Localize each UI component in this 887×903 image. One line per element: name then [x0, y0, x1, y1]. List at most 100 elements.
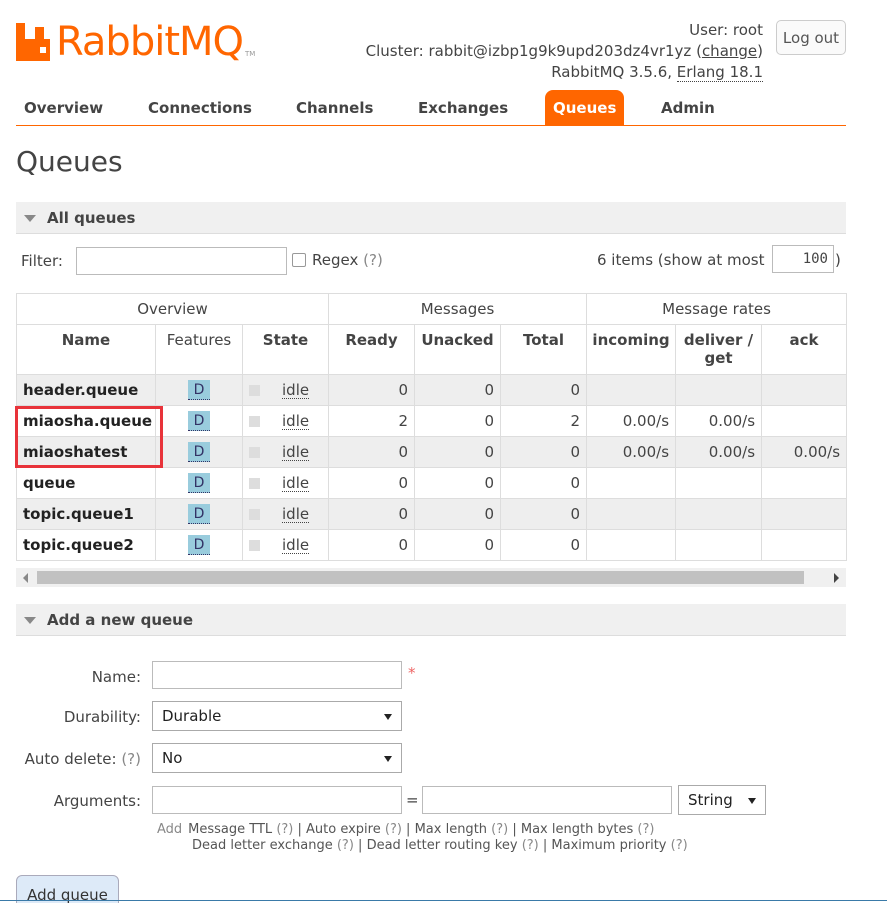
queue-name-input[interactable]: [152, 661, 402, 689]
total-count: 0: [499, 498, 588, 530]
add-queue-button[interactable]: Add queue: [16, 875, 119, 903]
argument-shortcut-link[interactable]: Maximum priority: [551, 838, 666, 853]
unacked-count: 0: [414, 467, 501, 499]
queue-name-link[interactable]: topic.queue2: [16, 529, 156, 561]
main-nav: Overview Connections Channels Exchanges …: [16, 90, 846, 126]
add-queue-title: Add a new queue: [47, 611, 194, 629]
state-cell: idle: [242, 529, 329, 561]
ready-count: 2: [328, 405, 415, 437]
argument-type-select[interactable]: String: [678, 785, 766, 815]
argument-shortcut-link[interactable]: Message TTL: [188, 822, 272, 837]
col-state[interactable]: State: [242, 324, 329, 375]
scrollbar-thumb[interactable]: [37, 571, 804, 584]
logout-button[interactable]: Log out: [776, 20, 846, 55]
ack-rate: [761, 498, 848, 530]
argument-shortcut-link[interactable]: Dead letter exchange: [192, 838, 333, 853]
rabbitmq-version: RabbitMQ 3.5.6,: [551, 63, 673, 81]
separator: |: [401, 822, 415, 837]
change-cluster-link[interactable]: change: [702, 42, 757, 60]
col-ready[interactable]: Ready: [328, 324, 415, 375]
tab-queues[interactable]: Queues: [545, 90, 625, 125]
collapse-triangle-icon: [24, 617, 36, 624]
argument-shortcut-link[interactable]: Max length bytes: [521, 822, 633, 837]
regex-help-link[interactable]: (?): [363, 251, 383, 269]
erlang-version: Erlang 18.1: [676, 63, 763, 82]
state-indicator: idle: [249, 475, 322, 492]
auto-delete-help-link[interactable]: (?): [121, 750, 141, 768]
separator: |: [508, 822, 521, 837]
tab-exchanges[interactable]: Exchanges: [410, 90, 516, 125]
deliver-get-rate: 0.00/s: [675, 436, 763, 468]
tab-admin[interactable]: Admin: [653, 90, 723, 125]
tab-channels[interactable]: Channels: [288, 90, 381, 125]
argument-help-link[interactable]: (?): [671, 838, 688, 853]
rabbitmq-logo: RabbitMQ TM: [16, 18, 255, 66]
total-count: 0: [499, 467, 588, 499]
col-total[interactable]: Total: [499, 324, 588, 375]
durability-label: Durability:: [63, 708, 141, 726]
table-row[interactable]: header.queue Didle 0 0 0: [16, 374, 848, 406]
durable-feature-badge: D: [188, 411, 210, 431]
ready-count: 0: [328, 529, 415, 561]
name-label: Name:: [91, 668, 141, 686]
col-deliver-get[interactable]: deliver / get: [675, 324, 763, 375]
argument-key-input[interactable]: [152, 786, 402, 814]
scroll-right-arrow-icon[interactable]: [834, 573, 839, 583]
group-overview: Overview: [16, 293, 329, 325]
state-cell: idle: [242, 436, 329, 468]
add-queue-section-toggle[interactable]: Add a new queue: [16, 604, 846, 636]
all-queues-section-toggle[interactable]: All queues: [16, 202, 846, 234]
ready-count: 0: [328, 436, 415, 468]
argument-shortcut-link[interactable]: Max length: [415, 822, 487, 837]
argument-shortcut-link[interactable]: Auto expire: [306, 822, 381, 837]
argument-help-link[interactable]: (?): [491, 822, 508, 837]
col-name[interactable]: Name: [16, 324, 156, 375]
add-label: Add: [157, 822, 183, 837]
deliver-get-rate: [675, 498, 763, 530]
separator: |: [353, 838, 367, 853]
dropdown-caret-icon: [748, 798, 756, 804]
argument-help-link[interactable]: (?): [385, 822, 402, 837]
regex-checkbox[interactable]: [292, 253, 306, 267]
filter-input[interactable]: [76, 247, 287, 275]
arguments-label: Arguments:: [53, 792, 141, 810]
auto-delete-select[interactable]: No: [152, 743, 402, 773]
features-cell: D: [155, 405, 243, 437]
logo-text: RabbitMQ: [56, 19, 244, 65]
queue-name-link[interactable]: topic.queue1: [16, 498, 156, 530]
argument-help-link[interactable]: (?): [522, 838, 539, 853]
features-cell: D: [155, 498, 243, 530]
table-row[interactable]: queue Didle 0 0 0: [16, 467, 848, 499]
state-indicator: idle: [249, 506, 322, 523]
state-text: idle: [282, 380, 310, 399]
scroll-left-arrow-icon[interactable]: [23, 573, 28, 583]
queue-name-link[interactable]: header.queue: [16, 374, 156, 406]
state-cell: idle: [242, 374, 329, 406]
table-row[interactable]: topic.queue2 Didle 0 0 0: [16, 529, 848, 561]
durable-feature-badge: D: [188, 442, 210, 462]
table-row[interactable]: topic.queue1 Didle 0 0 0: [16, 498, 848, 530]
col-incoming[interactable]: incoming: [586, 324, 677, 375]
state-cell: idle: [242, 498, 329, 530]
argument-help-link[interactable]: (?): [337, 838, 354, 853]
argument-value-input[interactable]: [422, 786, 672, 814]
page-size-input[interactable]: 100: [772, 245, 834, 273]
state-cell: idle: [242, 467, 329, 499]
argument-help-link[interactable]: (?): [276, 822, 293, 837]
incoming-rate: [586, 529, 677, 561]
header-info: User: root Cluster: rabbit@izbp1g9k9upd2…: [366, 20, 763, 83]
col-unacked[interactable]: Unacked: [414, 324, 501, 375]
group-messages: Messages: [327, 293, 588, 325]
horizontal-scrollbar[interactable]: [16, 568, 846, 587]
tab-connections[interactable]: Connections: [140, 90, 260, 125]
argument-help-link[interactable]: (?): [637, 822, 654, 837]
separator: |: [293, 822, 307, 837]
argument-shortcut-link[interactable]: Dead letter routing key: [367, 838, 518, 853]
argument-shortcuts-line-1: Add Message TTL (?) | Auto expire (?) | M…: [157, 822, 688, 838]
durability-select[interactable]: Durable: [152, 701, 402, 731]
unacked-count: 0: [414, 498, 501, 530]
tab-overview[interactable]: Overview: [16, 90, 111, 125]
queue-name-link[interactable]: queue: [16, 467, 156, 499]
state-cell: idle: [242, 405, 329, 437]
col-ack[interactable]: ack: [761, 324, 848, 375]
